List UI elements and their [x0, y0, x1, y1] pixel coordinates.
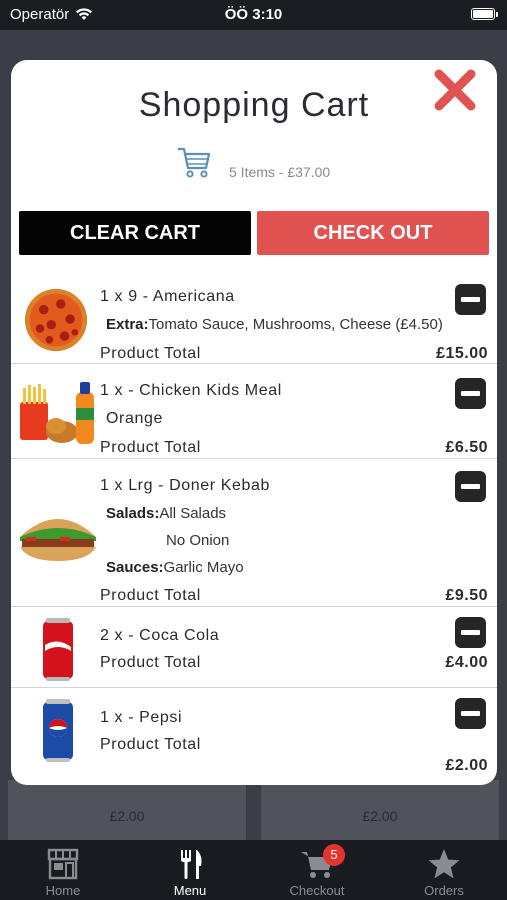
remove-item-button[interactable]: [455, 698, 486, 729]
remove-item-button[interactable]: [455, 284, 486, 315]
item-price: £4.00: [445, 654, 488, 671]
product-total-label: Product Total: [100, 345, 201, 362]
product-total-label: Product Total: [100, 587, 201, 604]
product-total-label: Product Total: [100, 439, 201, 456]
product-total-label: Product Total: [100, 736, 201, 753]
cart-item: 1 x 9 - Americana Extra:Tomato Sauce, Mu…: [11, 270, 497, 364]
cart-item: 1 x Lrg - Doner Kebab Salads:All Salads …: [11, 459, 497, 607]
coca-cola-can-image: [43, 618, 73, 681]
star-icon: [428, 849, 460, 879]
pizza-image: [24, 288, 88, 352]
item-name: 1 x 9 - Americana: [100, 288, 235, 305]
tab-orders[interactable]: Orders: [381, 840, 507, 900]
extra-value: Tomato Sauce, Mushrooms, Cheese (£4.50): [148, 316, 443, 333]
item-name: 1 x - Pepsi: [100, 709, 183, 726]
cart-item: 2 x - Coca Cola Product Total £4.00: [11, 607, 497, 688]
bg-product-card-left: £2.00: [8, 780, 246, 840]
page-title: Shopping Cart: [138, 86, 370, 124]
item-price: £2.00: [445, 757, 488, 774]
store-icon: [47, 848, 79, 880]
tab-label: Home: [45, 883, 81, 898]
battery-tip: [496, 12, 498, 17]
item-option: Orange: [106, 410, 163, 427]
checkout-badge: 5: [323, 844, 345, 866]
tab-menu[interactable]: Menu: [127, 840, 253, 900]
item-name: 1 x - Chicken Kids Meal: [100, 382, 282, 399]
remove-item-button[interactable]: [455, 378, 486, 409]
cart-item-list: 1 x 9 - Americana Extra:Tomato Sauce, Mu…: [11, 270, 497, 778]
clear-cart-button[interactable]: CLEAR CART: [19, 211, 251, 255]
fork-knife-icon: [181, 850, 202, 879]
bg-product-price: £2.00: [362, 808, 398, 824]
item-price: £15.00: [436, 345, 488, 362]
item-sauces: Sauces:Garlic Mayo: [106, 559, 244, 576]
status-bar: Operatör ÖÖ 3:10: [0, 0, 507, 30]
kids-meal-image: [20, 382, 94, 444]
bg-product-card-right: £2.00: [261, 780, 499, 840]
salads-label: Salads:: [106, 505, 160, 522]
cart-icon: [178, 147, 211, 178]
extra-label: Extra:: [106, 316, 149, 333]
battery-icon: [471, 8, 495, 20]
cart-item: 1 x - Chicken Kids Meal Orange Product T…: [11, 364, 497, 459]
tab-label: Orders: [424, 883, 464, 898]
tab-checkout[interactable]: 5 Checkout: [254, 840, 380, 900]
tab-label: Menu: [173, 883, 207, 898]
tab-bar: Home Menu 5 Checkout Orders: [0, 840, 507, 900]
sauces-value: Garlic Mayo: [163, 559, 244, 576]
tab-home[interactable]: Home: [0, 840, 126, 900]
pepsi-can-image: [43, 699, 73, 762]
doner-kebab-image: [20, 519, 96, 561]
item-extras: Extra:Tomato Sauce, Mushrooms, Cheese (£…: [106, 316, 443, 333]
item-name: 1 x Lrg - Doner Kebab: [100, 477, 271, 494]
tab-label: Checkout: [289, 883, 345, 898]
salads-value-2: No Onion: [166, 532, 230, 549]
cart-item: 1 x - Pepsi Product Total £2.00: [11, 688, 497, 778]
item-price: £9.50: [445, 587, 488, 604]
item-name: 2 x - Coca Cola: [100, 627, 220, 644]
item-price: £6.50: [445, 439, 488, 456]
bg-product-price: £2.00: [109, 808, 145, 824]
sauces-label: Sauces:: [106, 559, 164, 576]
cart-summary: 5 Items - £37.00: [229, 164, 331, 180]
salads-value: All Salads: [159, 505, 227, 522]
remove-item-button[interactable]: [455, 617, 486, 648]
clock: ÖÖ 3:10: [224, 6, 283, 23]
product-total-label: Product Total: [100, 654, 201, 671]
item-salads: Salads:All Salads: [106, 505, 226, 522]
shopping-cart-modal: Shopping Cart 5 Items - £37.00 CLEAR CAR…: [11, 60, 497, 785]
checkout-button[interactable]: CHECK OUT: [257, 211, 489, 255]
remove-item-button[interactable]: [455, 471, 486, 502]
